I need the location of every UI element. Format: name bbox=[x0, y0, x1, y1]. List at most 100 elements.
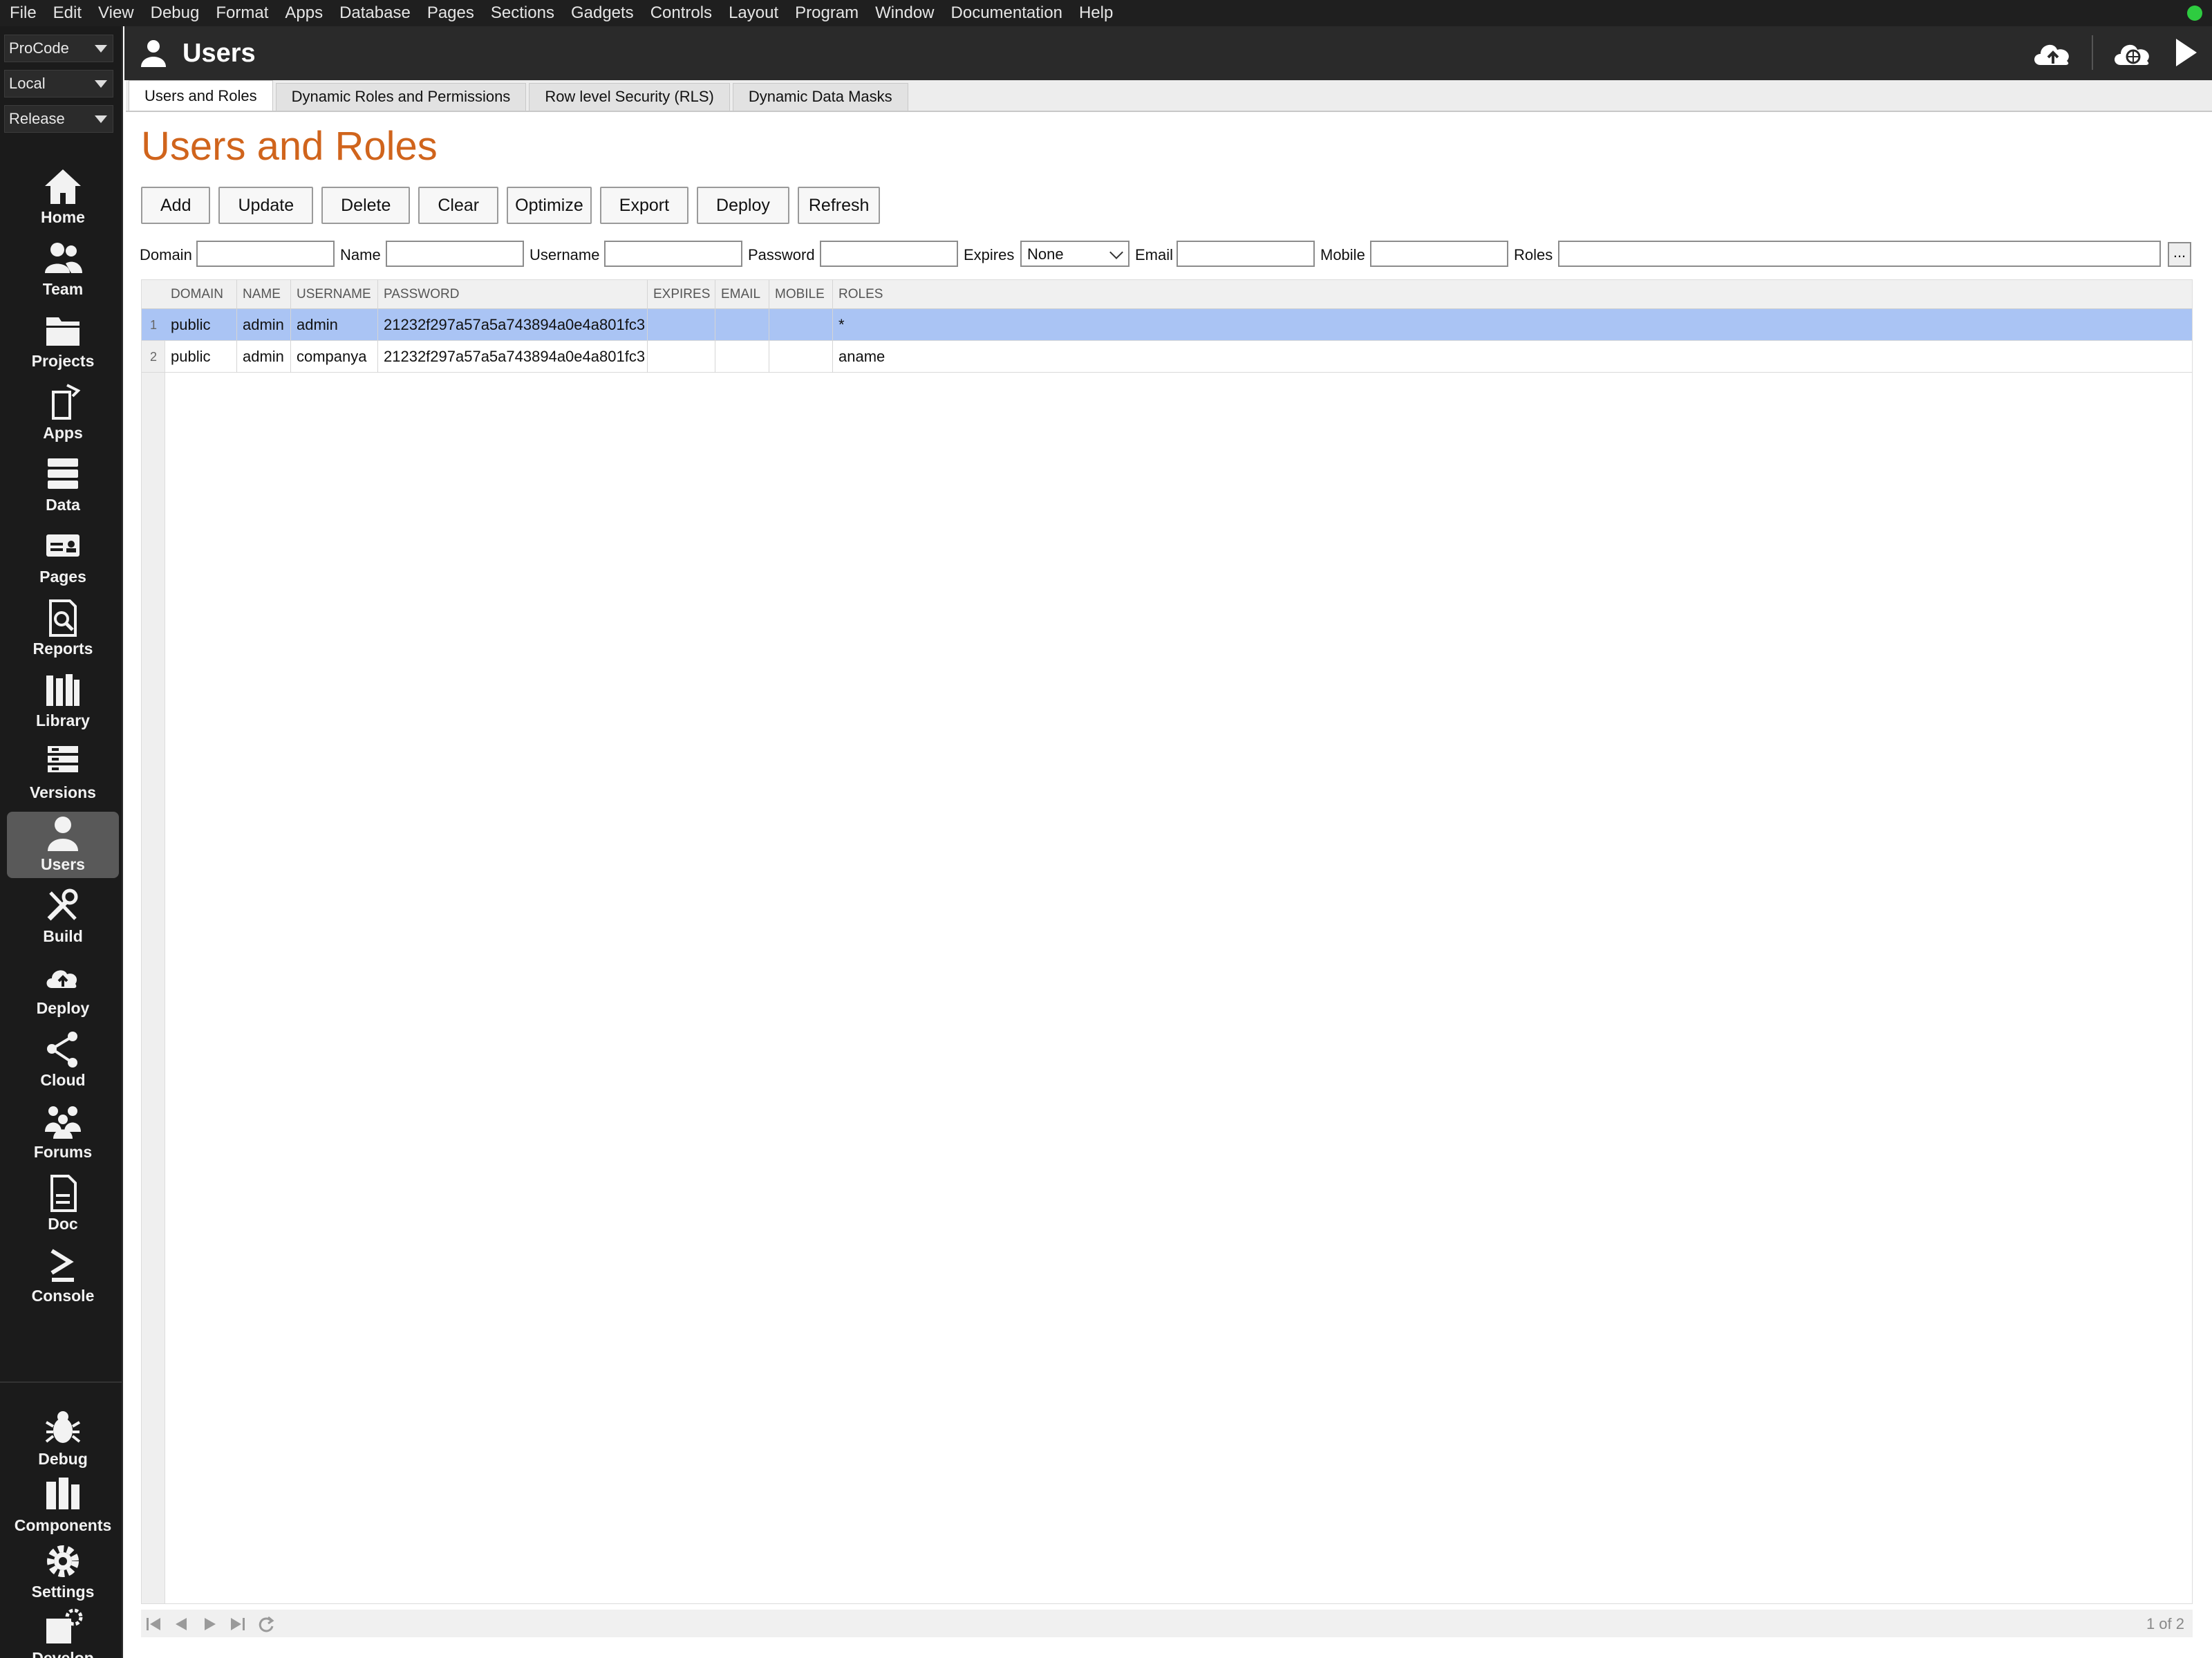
sidebar-item-apps[interactable]: Apps bbox=[7, 380, 119, 447]
cell-domain[interactable]: public bbox=[165, 309, 237, 341]
menu-window[interactable]: Window bbox=[867, 0, 942, 26]
sidebar-item-components[interactable]: Components bbox=[7, 1473, 119, 1539]
deploy-button[interactable]: Deploy bbox=[697, 187, 789, 224]
expires-select[interactable]: None bbox=[1020, 241, 1130, 267]
roles-picker-button[interactable]: ... bbox=[2168, 242, 2191, 267]
menu-program[interactable]: Program bbox=[787, 0, 867, 26]
sidebar-item-settings[interactable]: Settings bbox=[7, 1539, 119, 1605]
optimize-button[interactable]: Optimize bbox=[507, 187, 592, 224]
column-header-mobile[interactable]: MOBILE bbox=[769, 280, 833, 309]
sidebar-item-doc[interactable]: Doc bbox=[7, 1171, 119, 1238]
cell-password[interactable]: 21232f297a57a5a743894a0e4a801fc3 bbox=[378, 309, 648, 341]
mobile-field[interactable] bbox=[1370, 241, 1508, 267]
column-header-domain[interactable]: DOMAIN bbox=[165, 280, 237, 309]
menu-help[interactable]: Help bbox=[1071, 0, 1121, 26]
column-header-roles[interactable]: ROLES bbox=[833, 280, 2192, 309]
column-header-email[interactable]: EMAIL bbox=[715, 280, 769, 309]
roles-label: Roles bbox=[1514, 246, 1553, 263]
table-row[interactable]: 2 public admin companya 21232f297a57a5a7… bbox=[142, 341, 2192, 373]
previous-page-icon[interactable] bbox=[171, 1615, 191, 1633]
export-button[interactable]: Export bbox=[599, 187, 689, 224]
sidebar-item-projects[interactable]: Projects bbox=[7, 308, 119, 375]
sidebar-item-debug[interactable]: Debug bbox=[7, 1406, 119, 1473]
menu-gadgets[interactable]: Gadgets bbox=[563, 0, 642, 26]
cell-password[interactable]: 21232f297a57a5a743894a0e4a801fc3 bbox=[378, 341, 648, 373]
clear-button[interactable]: Clear bbox=[418, 187, 499, 224]
menu-file[interactable]: File bbox=[0, 0, 45, 26]
cell-name[interactable]: admin bbox=[237, 309, 291, 341]
menu-documentation[interactable]: Documentation bbox=[943, 0, 1071, 26]
sidebar-item-forums[interactable]: Forums bbox=[7, 1099, 119, 1166]
page-title: Users and Roles bbox=[141, 124, 438, 169]
tab-users-and-roles[interactable]: Users and Roles bbox=[129, 80, 273, 111]
cell-name[interactable]: admin bbox=[237, 341, 291, 373]
menu-view[interactable]: View bbox=[90, 0, 142, 26]
name-field[interactable] bbox=[386, 241, 524, 267]
sidebar-item-pages[interactable]: Pages bbox=[7, 524, 119, 590]
play-icon[interactable] bbox=[2172, 35, 2200, 71]
cell-email[interactable] bbox=[715, 309, 769, 341]
cell-mobile[interactable] bbox=[769, 341, 833, 373]
sidebar-item-label: Settings bbox=[31, 1583, 95, 1601]
menu-pages[interactable]: Pages bbox=[419, 0, 482, 26]
page-status: 1 of 2 bbox=[2146, 1615, 2184, 1632]
refresh-icon[interactable] bbox=[257, 1615, 276, 1633]
last-page-icon[interactable] bbox=[228, 1615, 247, 1633]
cell-username[interactable]: companya bbox=[291, 341, 378, 373]
cell-roles[interactable]: * bbox=[833, 309, 2192, 341]
sidebar-item-cloud[interactable]: Cloud bbox=[7, 1027, 119, 1094]
menu-layout[interactable]: Layout bbox=[720, 0, 787, 26]
sidebar-item-reports[interactable]: Reports bbox=[7, 596, 119, 662]
menu-format[interactable]: Format bbox=[207, 0, 276, 26]
cell-email[interactable] bbox=[715, 341, 769, 373]
sidebar-item-team[interactable]: Team bbox=[7, 236, 119, 303]
sidebar-item-deploy[interactable]: Deploy bbox=[7, 956, 119, 1022]
domain-field[interactable] bbox=[196, 241, 335, 267]
cloud-globe-icon[interactable] bbox=[2111, 35, 2154, 71]
cell-roles[interactable]: aname bbox=[833, 341, 2192, 373]
build-config-select[interactable]: Release bbox=[4, 105, 113, 133]
tab-dynamic-data-masks[interactable]: Dynamic Data Masks bbox=[732, 83, 908, 111]
menu-database[interactable]: Database bbox=[331, 0, 419, 26]
menu-edit[interactable]: Edit bbox=[45, 0, 90, 26]
first-page-icon[interactable] bbox=[144, 1615, 163, 1633]
sidebar-item-versions[interactable]: Versions bbox=[7, 740, 119, 806]
next-page-icon[interactable] bbox=[200, 1615, 220, 1633]
menu-apps[interactable]: Apps bbox=[276, 0, 331, 26]
delete-button[interactable]: Delete bbox=[321, 187, 411, 224]
sidebar-item-home[interactable]: Home bbox=[7, 165, 119, 231]
project-type-select[interactable]: ProCode bbox=[4, 35, 113, 62]
cell-domain[interactable]: public bbox=[165, 341, 237, 373]
column-header-username[interactable]: USERNAME bbox=[291, 280, 378, 309]
cell-mobile[interactable] bbox=[769, 309, 833, 341]
environment-select[interactable]: Local bbox=[4, 70, 113, 97]
username-field[interactable] bbox=[604, 241, 742, 267]
column-header-expires[interactable]: EXPIRES bbox=[648, 280, 715, 309]
refresh-button[interactable]: Refresh bbox=[797, 187, 881, 224]
menu-sections[interactable]: Sections bbox=[482, 0, 563, 26]
sidebar-item-build[interactable]: Build bbox=[7, 884, 119, 950]
tab-dynamic-roles[interactable]: Dynamic Roles and Permissions bbox=[275, 83, 527, 111]
sidebar-item-data[interactable]: Data bbox=[7, 452, 119, 519]
sidebar-item-library[interactable]: Library bbox=[7, 668, 119, 734]
sidebar-item-develop[interactable]: Develop bbox=[7, 1605, 119, 1658]
cell-expires[interactable] bbox=[648, 341, 715, 373]
name-label: Name bbox=[340, 246, 381, 263]
update-button[interactable]: Update bbox=[218, 187, 314, 224]
roles-field[interactable] bbox=[1558, 241, 2161, 267]
column-header-name[interactable]: NAME bbox=[237, 280, 291, 309]
sidebar-item-users[interactable]: Users bbox=[7, 812, 119, 878]
cloud-upload-icon[interactable] bbox=[2031, 35, 2074, 71]
cell-expires[interactable] bbox=[648, 309, 715, 341]
cell-username[interactable]: admin bbox=[291, 309, 378, 341]
column-header-password[interactable]: PASSWORD bbox=[378, 280, 648, 309]
menu-controls[interactable]: Controls bbox=[642, 0, 720, 26]
menu-debug[interactable]: Debug bbox=[142, 0, 208, 26]
tab-row-level-security[interactable]: Row level Security (RLS) bbox=[529, 83, 730, 111]
table-row[interactable]: 1 public admin admin 21232f297a57a5a7438… bbox=[142, 309, 2192, 341]
add-button[interactable]: Add bbox=[141, 187, 211, 224]
password-field[interactable] bbox=[820, 241, 958, 267]
sidebar-item-console[interactable]: Console bbox=[7, 1243, 119, 1310]
email-field[interactable] bbox=[1177, 241, 1315, 267]
user-form: Domain Name Username Password Expires No… bbox=[138, 241, 2198, 268]
